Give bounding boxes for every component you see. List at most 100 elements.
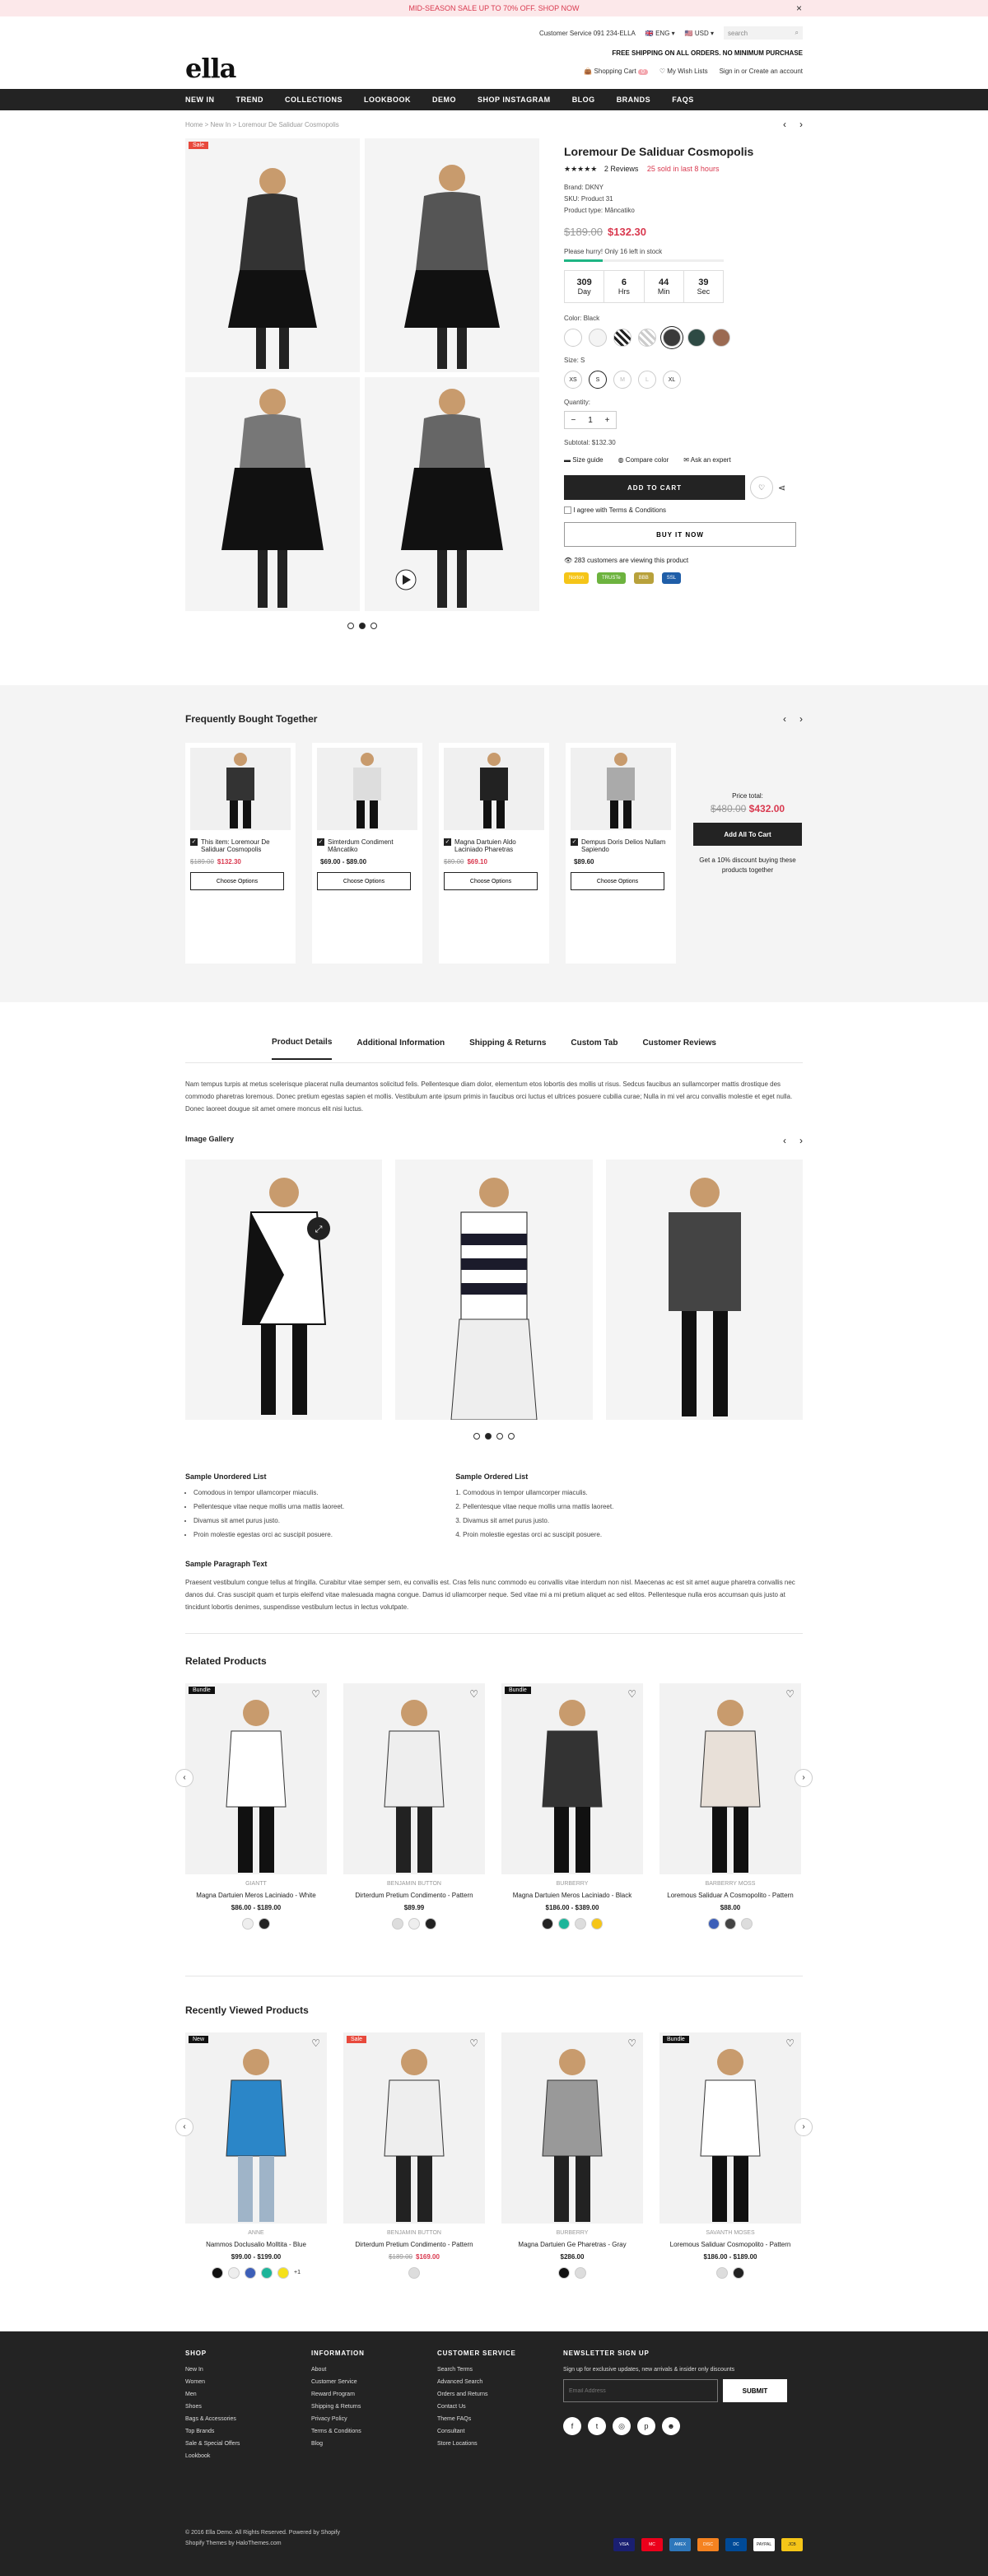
gallery-image[interactable]: [605, 1160, 803, 1420]
tab-item[interactable]: Custom Tab: [571, 1027, 618, 1059]
product-image[interactable]: ♡: [501, 2032, 643, 2224]
product-card[interactable]: Bundle ♡ SAVANTH MOSES Loremous Saliduar Co…: [659, 2032, 801, 2279]
cart-link[interactable]: 👜 Shopping Cart 0: [584, 68, 648, 75]
product-name[interactable]: Loremous Saliduar A Cosmopolito - Patter…: [659, 1892, 801, 1899]
nav-item[interactable]: SHOP INSTAGRAM: [478, 96, 551, 104]
fbt-checkbox[interactable]: ✓: [571, 838, 578, 846]
color-swatch[interactable]: [716, 2267, 728, 2279]
product-image[interactable]: Bundle ♡: [659, 2032, 801, 2224]
footer-link[interactable]: Terms & Conditions: [311, 2429, 437, 2434]
size-option[interactable]: XL: [663, 371, 681, 389]
color-swatch[interactable]: [558, 1918, 570, 1930]
wishlist-heart-icon[interactable]: ♡: [469, 1688, 478, 1700]
wishlist-heart-icon[interactable]: ♡: [469, 2037, 478, 2049]
wishlist-heart-icon[interactable]: ♡: [627, 2037, 636, 2049]
choose-options-button[interactable]: Choose Options: [190, 872, 284, 890]
prev-icon[interactable]: ‹: [783, 1135, 786, 1146]
product-card[interactable]: ♡ BARBERRY MOSS Loremous Saliduar A Cosmop…: [659, 1683, 801, 1930]
facebook-icon[interactable]: f: [563, 2417, 581, 2435]
plus-icon[interactable]: +: [605, 416, 610, 425]
tab-item[interactable]: Product Details: [272, 1026, 333, 1060]
color-swatch[interactable]: [589, 329, 607, 347]
fbt-checkbox[interactable]: ✓: [190, 838, 198, 846]
footer-link[interactable]: Sale & Special Offers: [185, 2441, 311, 2447]
footer-link[interactable]: Blog: [311, 2441, 437, 2447]
color-swatch[interactable]: [242, 1918, 254, 1930]
search-input[interactable]: search ⌕: [724, 26, 803, 40]
size-option[interactable]: M: [613, 371, 631, 389]
footer-link[interactable]: Women: [185, 2379, 311, 2385]
color-swatch[interactable]: [425, 1918, 436, 1930]
prev-icon[interactable]: ‹: [783, 713, 786, 725]
prev-arrow-icon[interactable]: ‹: [175, 2118, 193, 2136]
footer-link[interactable]: Top Brands: [185, 2429, 311, 2434]
footer-link[interactable]: Lookbook: [185, 2453, 311, 2459]
color-swatch[interactable]: [638, 329, 656, 347]
color-swatch[interactable]: [408, 1918, 420, 1930]
product-name[interactable]: Magna Dartuien Ge Pharetras - Gray: [501, 2241, 643, 2248]
gallery-dot[interactable]: [508, 1433, 515, 1440]
size-option[interactable]: S: [589, 371, 607, 389]
product-image-1[interactable]: Sale: [185, 138, 360, 372]
instagram-icon[interactable]: ◎: [613, 2417, 631, 2435]
gallery-image[interactable]: [395, 1160, 593, 1420]
color-swatch[interactable]: [663, 329, 681, 347]
breadcrumb-home[interactable]: Home: [185, 121, 203, 128]
footer-link[interactable]: Customer Service: [311, 2379, 437, 2385]
compare-color-link[interactable]: ◍ Compare color: [618, 456, 669, 464]
footer-link[interactable]: Search Terms: [437, 2367, 563, 2373]
nav-item[interactable]: BRANDS: [617, 96, 651, 104]
wishlist-link[interactable]: ♡ My Wish Lists: [659, 68, 708, 75]
gallery-dot[interactable]: [485, 1433, 492, 1440]
theme-credit-text[interactable]: Shopify Themes by HaloThemes.com: [185, 2541, 340, 2546]
pinterest-icon[interactable]: p: [637, 2417, 655, 2435]
buy-now-button[interactable]: BUY IT NOW: [564, 522, 796, 548]
tab-item[interactable]: Additional Information: [357, 1027, 445, 1059]
nav-item[interactable]: FAQS: [672, 96, 694, 104]
product-card[interactable]: ♡ BURBERRY Magna Dartuien Ge Pharetras - G…: [501, 2032, 643, 2279]
next-arrow-icon[interactable]: ›: [795, 2118, 813, 2136]
size-guide-link[interactable]: ▬ Size guide: [564, 456, 604, 464]
reviews-link[interactable]: 2 Reviews: [604, 165, 639, 173]
product-name[interactable]: Magna Dartuien Meros Laciniado - White: [185, 1892, 327, 1899]
footer-link[interactable]: Consultant: [437, 2429, 563, 2434]
color-swatch[interactable]: [591, 1918, 603, 1930]
signin-link[interactable]: Sign in or Create an account: [720, 68, 803, 75]
product-name[interactable]: Magna Dartuien Meros Laciniado - Black: [501, 1892, 643, 1899]
color-swatch[interactable]: [277, 2267, 289, 2279]
product-image[interactable]: New ♡: [185, 2032, 327, 2224]
gallery-dot[interactable]: [496, 1433, 503, 1440]
color-swatch[interactable]: [259, 1918, 270, 1930]
color-swatch[interactable]: [564, 329, 582, 347]
prev-arrow-icon[interactable]: ‹: [175, 1769, 193, 1787]
product-image[interactable]: Bundle ♡: [501, 1683, 643, 1874]
tab-item[interactable]: Customer Reviews: [642, 1027, 715, 1059]
wishlist-heart-icon[interactable]: ♡: [311, 1688, 320, 1700]
gallery-dot[interactable]: [359, 623, 366, 629]
add-to-cart-button[interactable]: ADD TO CART: [564, 475, 745, 500]
twitter-icon[interactable]: t: [588, 2417, 606, 2435]
footer-link[interactable]: Shipping & Returns: [311, 2404, 437, 2410]
nav-item[interactable]: COLLECTIONS: [285, 96, 343, 104]
color-swatch[interactable]: [542, 1918, 553, 1930]
footer-link[interactable]: Store Locations: [437, 2441, 563, 2447]
color-swatch[interactable]: [733, 2267, 744, 2279]
next-arrow-icon[interactable]: ›: [795, 1769, 813, 1787]
size-option[interactable]: XS: [564, 371, 582, 389]
ask-expert-link[interactable]: ✉ Ask an expert: [683, 456, 730, 464]
color-swatch[interactable]: [712, 329, 730, 347]
snapchat-icon[interactable]: ☻: [662, 2417, 680, 2435]
footer-link[interactable]: Contact Us: [437, 2404, 563, 2410]
next-icon[interactable]: ›: [799, 1135, 803, 1146]
search-icon[interactable]: ⌕: [795, 29, 799, 37]
fbt-product-name[interactable]: This item: Loremour De Saliduar Cosmopol…: [201, 838, 291, 853]
gallery-dot[interactable]: [473, 1433, 480, 1440]
color-swatch[interactable]: [408, 2267, 420, 2279]
fbt-checkbox[interactable]: ✓: [444, 838, 451, 846]
color-swatch[interactable]: [575, 1918, 586, 1930]
email-field[interactable]: [563, 2379, 718, 2402]
next-icon[interactable]: ›: [799, 713, 803, 725]
color-swatch[interactable]: [212, 2267, 223, 2279]
wishlist-heart-icon[interactable]: ♡: [750, 476, 773, 499]
gallery-dot[interactable]: [370, 623, 377, 629]
